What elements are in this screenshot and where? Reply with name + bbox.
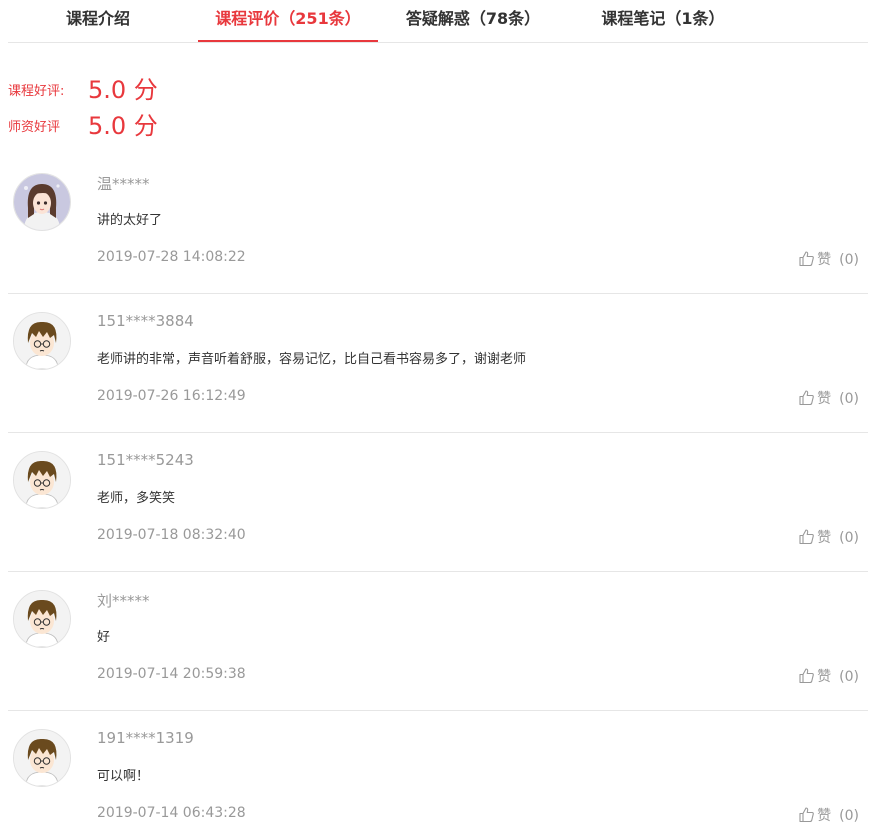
like-button[interactable]: 赞 (0) <box>798 388 859 408</box>
like-count: (0) <box>839 530 859 546</box>
review-time: 2019-07-14 06:43:28 <box>97 805 246 821</box>
review-time: 2019-07-14 20:59:38 <box>97 666 246 682</box>
tab-qa[interactable]: 答疑解惑（78条） <box>403 0 543 40</box>
tab-bar: 课程介绍 课程评价（251条） 答疑解惑（78条） 课程笔记（1条） <box>8 0 868 43</box>
review-item: 191****1319 可以啊！ 2019-07-14 06:43:28 赞 (0… <box>8 710 868 839</box>
review-username: 刘***** <box>97 592 150 610</box>
like-label: 赞 <box>817 530 832 546</box>
teacher-rating-value: 5.0 分 <box>88 112 158 140</box>
thumbs-up-icon <box>798 806 815 827</box>
course-page: 课程介绍 课程评价（251条） 答疑解惑（78条） 课程笔记（1条） 课程好评:… <box>0 0 878 839</box>
review-time: 2019-07-28 14:08:22 <box>97 249 246 265</box>
review-content: 讲的太好了 <box>97 213 163 228</box>
girl-avatar-icon[interactable] <box>13 173 71 231</box>
tab-course-intro[interactable]: 课程介绍 <box>45 0 151 40</box>
like-button[interactable]: 赞 (0) <box>798 666 859 686</box>
tab-course-notes[interactable]: 课程笔记（1条） <box>598 0 728 40</box>
boy-avatar-icon[interactable] <box>13 312 71 370</box>
thumbs-up-icon <box>798 389 815 410</box>
like-count: (0) <box>839 669 859 685</box>
review-time: 2019-07-18 08:32:40 <box>97 527 246 543</box>
like-label: 赞 <box>817 669 832 685</box>
course-rating-label: 课程好评: <box>8 84 65 99</box>
like-count: (0) <box>839 808 859 824</box>
review-content: 老师讲的非常，声音听着舒服，容易记忆，比自己看书容易多了，谢谢老师 <box>97 352 527 367</box>
review-username: 151****3884 <box>97 312 194 330</box>
review-username: 151****5243 <box>97 451 194 469</box>
like-button[interactable]: 赞 (0) <box>798 249 859 269</box>
tab-course-reviews[interactable]: 课程评价（251条） <box>198 0 378 42</box>
thumbs-up-icon <box>798 250 815 271</box>
like-button[interactable]: 赞 (0) <box>798 527 859 547</box>
boy-avatar-icon[interactable] <box>13 451 71 509</box>
review-item: 151****5243 老师，多笑笑 2019-07-18 08:32:40 赞… <box>8 432 868 572</box>
course-rating-value: 5.0 分 <box>88 76 158 104</box>
review-item: 151****3884 老师讲的非常，声音听着舒服，容易记忆，比自己看书容易多了… <box>8 293 868 433</box>
boy-avatar-icon[interactable] <box>13 729 71 787</box>
boy-avatar-icon[interactable] <box>13 590 71 648</box>
like-count: (0) <box>839 252 859 268</box>
review-item: 温***** 讲的太好了 2019-07-28 14:08:22 赞 (0) <box>8 154 868 294</box>
teacher-rating-label: 师资好评 <box>8 120 61 135</box>
review-content: 老师，多笑笑 <box>97 491 176 506</box>
like-label: 赞 <box>817 252 832 268</box>
like-label: 赞 <box>817 391 832 407</box>
like-count: (0) <box>839 391 859 407</box>
thumbs-up-icon <box>798 528 815 549</box>
review-username: 温***** <box>97 175 150 193</box>
review-username: 191****1319 <box>97 729 194 747</box>
like-label: 赞 <box>817 808 832 824</box>
review-item: 刘***** 好 2019-07-14 20:59:38 赞 (0) <box>8 571 868 711</box>
review-time: 2019-07-26 16:12:49 <box>97 388 246 404</box>
review-content: 可以啊！ <box>97 769 150 784</box>
thumbs-up-icon <box>798 667 815 688</box>
like-button[interactable]: 赞 (0) <box>798 805 859 825</box>
review-content: 好 <box>97 630 111 645</box>
